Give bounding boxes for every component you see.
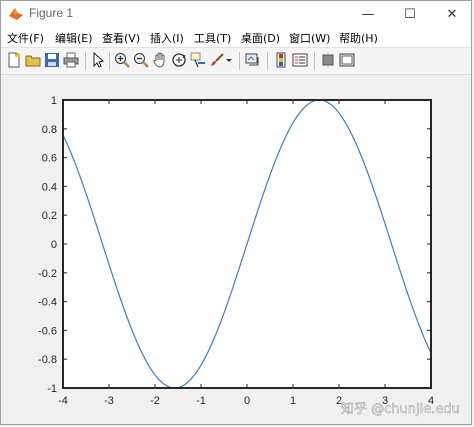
zoom-out-icon[interactable]: [133, 52, 149, 68]
menu-edit[interactable]: 编辑(E): [55, 30, 93, 46]
legend-icon[interactable]: [292, 52, 308, 68]
x-tick-label: -2: [150, 395, 160, 407]
y-tick-label: 0.8: [42, 124, 57, 136]
show-plot-tools-icon[interactable]: [339, 52, 355, 68]
y-tick-label: 0.2: [42, 210, 57, 222]
minimize-icon: —: [361, 6, 375, 22]
open-file-icon[interactable]: [25, 52, 41, 68]
toolbar-separator: [267, 52, 268, 70]
close-icon: ✕: [446, 6, 458, 22]
x-tick-label: -4: [58, 395, 68, 407]
save-icon[interactable]: [44, 52, 60, 68]
toolbar-separator: [239, 52, 240, 70]
sine-plot[interactable]: -4 -3 -2 -1 0 1 2 3 410.80.60.40.20-0.2-0.4-0.6-…: [1, 75, 472, 425]
menu-window[interactable]: 窗口(W): [289, 30, 330, 46]
watermark: 知乎 @chunjie.edu: [341, 401, 460, 417]
link-plot-icon[interactable]: [245, 52, 261, 68]
x-tick-label: 0: [244, 395, 250, 407]
y-tick-label: -0.8: [38, 354, 57, 366]
menu-help[interactable]: 帮助(H): [339, 30, 378, 46]
zoom-in-icon[interactable]: [114, 52, 130, 68]
window-title: Figure 1: [29, 6, 74, 20]
close-button[interactable]: ✕: [431, 1, 471, 27]
pan-icon[interactable]: [152, 52, 168, 68]
maximize-button[interactable]: ☐: [389, 1, 431, 27]
y-tick-label: 0.6: [42, 153, 57, 165]
toolbar-separator: [109, 52, 110, 70]
rotate-3d-icon[interactable]: [171, 52, 187, 68]
edit-plot-icon[interactable]: [90, 52, 106, 68]
y-tick-label: 0: [51, 239, 57, 251]
matlab-icon: [9, 8, 23, 20]
toolbar: [1, 48, 471, 75]
new-figure-icon[interactable]: [6, 52, 22, 68]
menu-file[interactable]: 文件(F): [7, 30, 44, 46]
title-bar[interactable]: Figure 1 — ☐ ✕: [1, 1, 471, 27]
menu-desktop[interactable]: 桌面(D): [241, 30, 280, 46]
data-cursor-icon[interactable]: [190, 52, 206, 68]
print-icon[interactable]: [63, 52, 79, 68]
menu-bar: 文件(F) 编辑(E) 查看(V) 插入(I) 工具(T) 桌面(D) 窗口(W…: [1, 27, 471, 48]
y-tick-label: 1: [51, 95, 57, 107]
y-tick-label: -0.4: [38, 297, 57, 309]
minimize-button[interactable]: —: [347, 1, 389, 27]
colorbar-icon[interactable]: [273, 52, 289, 68]
menu-view[interactable]: 查看(V): [102, 30, 140, 46]
y-tick-label: -0.2: [38, 268, 57, 280]
y-tick-label: 0.4: [42, 181, 57, 193]
x-tick-label: -3: [104, 395, 114, 407]
x-tick-label: -1: [196, 395, 206, 407]
hide-plot-tools-icon[interactable]: [320, 52, 336, 68]
figure-canvas: -4 -3 -2 -1 0 1 2 3 4 1 0.8 0.6 0.4 0.2 0 -0.2 -0.4 -0.6-…: [1, 75, 472, 425]
maximize-icon: ☐: [404, 6, 416, 22]
brush-dropdown-icon[interactable]: [224, 52, 234, 68]
figure-window: Figure 1 — ☐ ✕ 文件(F) 编辑(E) 查看(V) 插入(I) 工…: [0, 0, 472, 425]
x-tick-label: 1: [290, 395, 296, 407]
y-tick-label: -1: [47, 383, 57, 395]
y-tick-label: -0.6: [38, 325, 57, 337]
menu-tools[interactable]: 工具(T): [194, 30, 231, 46]
toolbar-separator: [85, 52, 86, 70]
brush-icon[interactable]: [209, 52, 225, 68]
toolbar-separator: [314, 52, 315, 70]
menu-insert[interactable]: 插入(I): [150, 30, 184, 46]
